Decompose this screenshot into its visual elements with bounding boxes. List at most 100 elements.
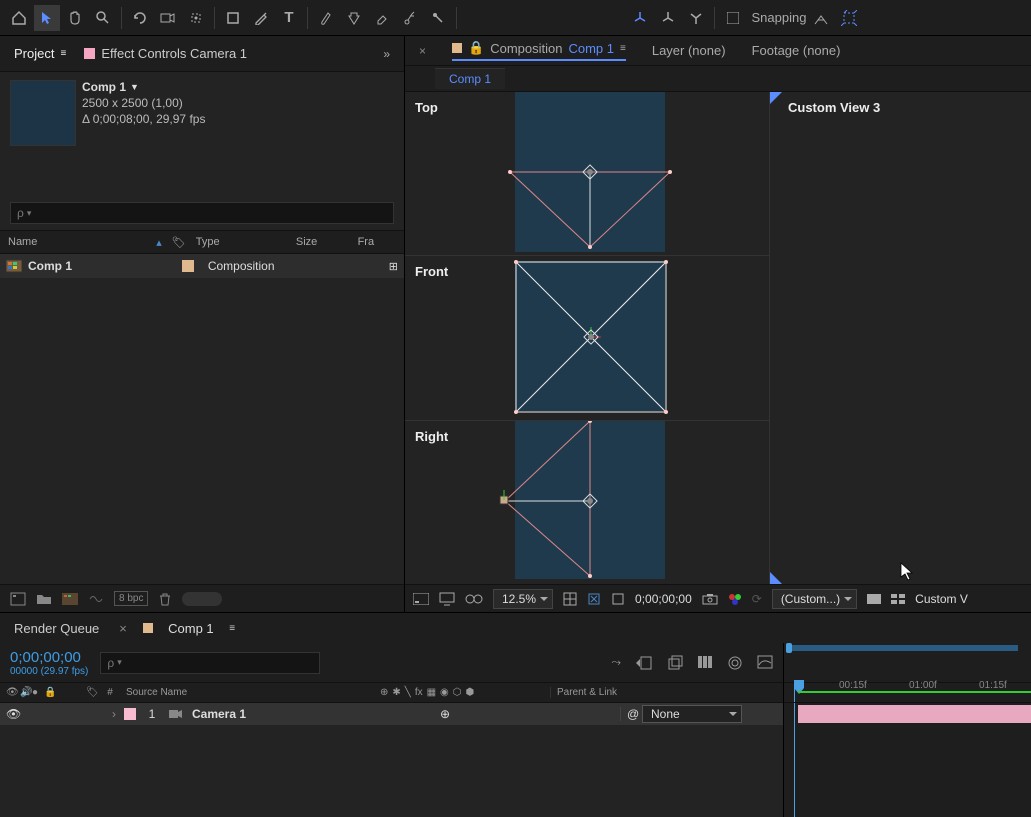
camera-tool-icon[interactable]: [155, 5, 181, 31]
puppet-tool-icon[interactable]: [425, 5, 451, 31]
label-swatch[interactable]: [182, 260, 194, 272]
tab-project[interactable]: Project ≡: [14, 46, 66, 61]
lock-col-icon[interactable]: 🔒: [44, 687, 56, 698]
snap-inside-icon[interactable]: [836, 5, 862, 31]
comp-dimensions: 2500 x 2500 (1,00): [82, 96, 205, 110]
monitor-icon[interactable]: [439, 592, 455, 606]
render-toggle[interactable]: [182, 592, 222, 606]
graph-editor-icon[interactable]: [757, 655, 773, 671]
timeline-track-area[interactable]: 00:15f 01:00f 01:15f: [783, 643, 1031, 817]
playhead-line: [794, 683, 795, 702]
tab-render-queue[interactable]: Render Queue: [14, 621, 99, 636]
camera-dropdown[interactable]: (Custom...): [772, 589, 857, 609]
view-front[interactable]: Front: [405, 256, 769, 420]
new-comp-icon[interactable]: [62, 592, 78, 606]
lock-icon[interactable]: 🔒: [468, 40, 484, 56]
view1-icon[interactable]: [867, 594, 881, 604]
axis-local-icon[interactable]: [627, 5, 653, 31]
trash-icon[interactable]: [158, 592, 172, 606]
close-tab-icon[interactable]: ×: [419, 44, 426, 58]
layer-label-swatch[interactable]: [124, 708, 136, 720]
zoom-dropdown[interactable]: 12.5%: [493, 589, 553, 609]
work-area-bar[interactable]: [798, 691, 1031, 693]
snap-edge-icon[interactable]: [808, 5, 834, 31]
project-search-input[interactable]: ρ▾: [10, 202, 394, 224]
col-source-name[interactable]: Source Name: [120, 687, 380, 698]
timecode-display[interactable]: 0;00;00;00: [635, 592, 692, 606]
visibility-col-icon[interactable]: 👁: [6, 687, 20, 698]
tab-composition[interactable]: 🔒 Composition Comp 1 ≡: [452, 40, 626, 61]
view4-icon[interactable]: [891, 594, 905, 604]
snapshot-icon[interactable]: [702, 593, 718, 605]
layer-row[interactable]: 👁 › 1 Camera 1 ⊕ @ None: [0, 703, 783, 725]
comp-subtab[interactable]: Comp 1: [435, 68, 505, 89]
comp-thumbnail[interactable]: [10, 80, 76, 146]
clone-tool-icon[interactable]: [341, 5, 367, 31]
col-framerate[interactable]: Fra: [358, 236, 396, 248]
shy-icon[interactable]: [635, 655, 653, 671]
tab-effect-controls[interactable]: Effect Controls Camera 1: [84, 46, 247, 61]
shy-toggle[interactable]: ⊕: [440, 707, 454, 721]
rotate-tool-icon[interactable]: [127, 5, 153, 31]
zoom-tool-icon[interactable]: [90, 5, 116, 31]
view-top[interactable]: Top: [405, 92, 769, 256]
grid-icon[interactable]: [563, 592, 577, 606]
channel-icon[interactable]: [728, 592, 742, 606]
eraser-tool-icon[interactable]: [369, 5, 395, 31]
adjustment-icon[interactable]: [88, 592, 104, 606]
view-layout-dropdown[interactable]: Custom V: [915, 592, 968, 606]
mask-icon[interactable]: [465, 593, 483, 605]
tl-icon-1[interactable]: ⤳: [611, 655, 621, 671]
interpret-icon[interactable]: [10, 592, 26, 606]
project-panel: Project ≡ Effect Controls Camera 1 » Com…: [0, 36, 405, 612]
project-item-row[interactable]: Comp 1 Composition ⊞: [0, 254, 404, 278]
layer-bar[interactable]: [798, 705, 1031, 723]
exposure-icon[interactable]: ⟳: [752, 592, 762, 606]
mask-toggle-icon[interactable]: [611, 592, 625, 606]
audio-col-icon[interactable]: 🔊: [20, 687, 32, 698]
col-type[interactable]: Type: [196, 236, 292, 248]
visibility-toggle[interactable]: 👁: [6, 707, 20, 721]
timeline-search-input[interactable]: ρ▾: [100, 652, 320, 674]
safe-icon[interactable]: [587, 592, 601, 606]
col-num[interactable]: #: [100, 687, 120, 698]
chevron-down-icon[interactable]: ▼: [130, 82, 139, 92]
frame-blend-icon[interactable]: [697, 655, 713, 671]
view-right[interactable]: Right: [405, 421, 769, 584]
text-tool-icon[interactable]: T: [276, 5, 302, 31]
roto-tool-icon[interactable]: [397, 5, 423, 31]
tab-timeline-comp[interactable]: × Comp 1 ≡: [119, 621, 235, 636]
home-icon[interactable]: [6, 5, 32, 31]
pan-behind-tool-icon[interactable]: [183, 5, 209, 31]
axis-world-icon[interactable]: [655, 5, 681, 31]
expand-icon[interactable]: ›: [88, 707, 116, 721]
view-custom[interactable]: Custom View 3: [770, 92, 1031, 584]
folder-icon[interactable]: [36, 593, 52, 605]
selection-tool-icon[interactable]: [34, 5, 60, 31]
tag-icon[interactable]: 🏷: [172, 236, 186, 249]
rect-tool-icon[interactable]: [220, 5, 246, 31]
current-timecode[interactable]: 0;00;00;00: [10, 649, 88, 666]
flowchart-icon[interactable]: ⊞: [389, 260, 398, 273]
axis-view-icon[interactable]: [683, 5, 709, 31]
pickwhip-icon[interactable]: @: [620, 707, 634, 721]
snapping-checkbox[interactable]: [720, 5, 746, 31]
parent-dropdown[interactable]: None: [642, 705, 742, 723]
col-parent[interactable]: Parent & Link: [550, 687, 777, 698]
top-toolbar: T Snapping: [0, 0, 1031, 36]
pen-tool-icon[interactable]: [248, 5, 274, 31]
col-size[interactable]: Size: [296, 236, 354, 248]
solo-col-icon[interactable]: ●: [32, 687, 44, 698]
label-col-icon[interactable]: 🏷: [86, 687, 100, 698]
col-name[interactable]: Name: [8, 236, 37, 248]
tab-footage[interactable]: Footage (none): [752, 43, 841, 58]
motion-blur-icon[interactable]: [727, 655, 743, 671]
brush-tool-icon[interactable]: [313, 5, 339, 31]
res-icon[interactable]: [413, 593, 429, 605]
bpc-label[interactable]: 8 bpc: [114, 591, 148, 606]
draft3d-icon[interactable]: [667, 655, 683, 671]
expand-icon[interactable]: »: [383, 47, 390, 61]
sort-arrow-icon[interactable]: ▴: [156, 236, 162, 249]
hand-tool-icon[interactable]: [62, 5, 88, 31]
tab-layer[interactable]: Layer (none): [652, 43, 726, 58]
